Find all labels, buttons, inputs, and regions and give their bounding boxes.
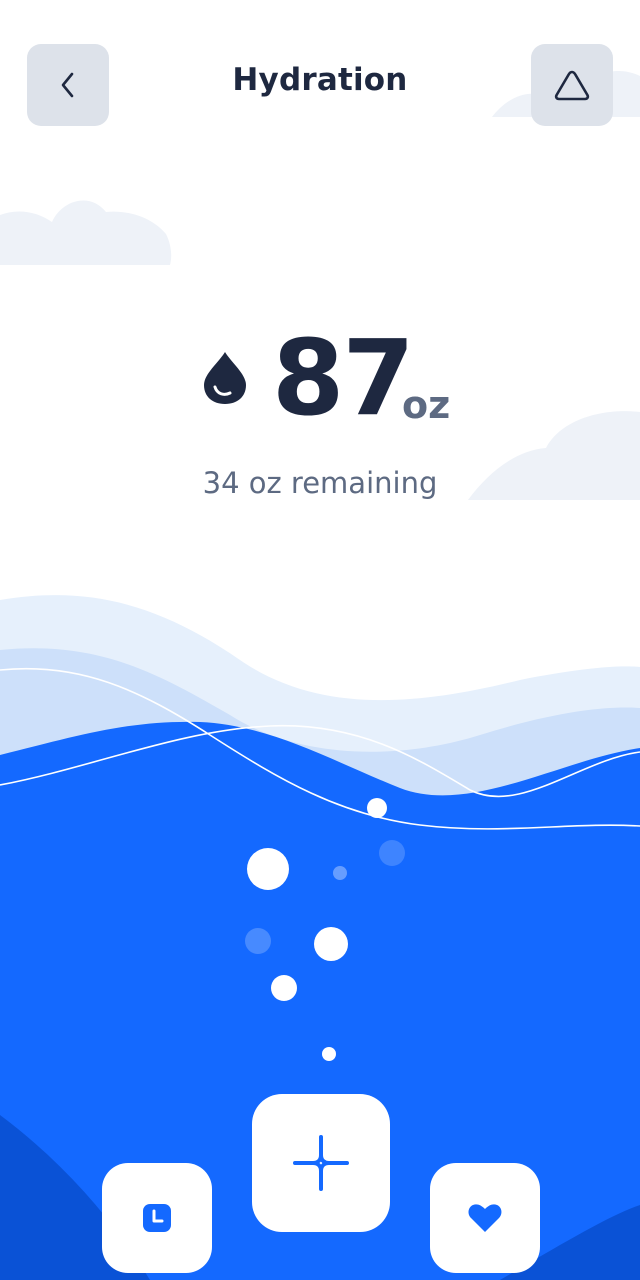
bubble bbox=[245, 928, 271, 954]
water-background bbox=[0, 68, 640, 1280]
water-drop-icon bbox=[204, 352, 246, 404]
clock-icon bbox=[143, 1204, 171, 1232]
intake-reading: 87 oz bbox=[0, 321, 640, 435]
plus-icon bbox=[293, 1135, 349, 1191]
bubble bbox=[247, 848, 289, 890]
back-button[interactable] bbox=[27, 44, 109, 126]
chevron-left-icon bbox=[61, 72, 74, 98]
bubble bbox=[314, 927, 348, 961]
heart-icon bbox=[468, 1204, 502, 1232]
cloud-shape bbox=[0, 200, 172, 265]
alert-button[interactable] bbox=[531, 44, 613, 126]
bubble bbox=[322, 1047, 336, 1061]
add-water-button[interactable] bbox=[252, 1094, 390, 1232]
page-title: Hydration bbox=[232, 62, 408, 98]
history-button[interactable] bbox=[102, 1163, 212, 1273]
favorite-button[interactable] bbox=[430, 1163, 540, 1273]
bubble bbox=[379, 840, 405, 866]
hydration-screen: Hydration 87 oz 34 oz remaining bbox=[0, 0, 640, 1280]
bubble bbox=[333, 866, 347, 880]
bubble bbox=[271, 975, 297, 1001]
remaining-text: 34 oz remaining bbox=[202, 466, 438, 500]
intake-amount: 87 bbox=[272, 317, 415, 439]
intake-unit: oz bbox=[402, 383, 451, 427]
triangle-icon bbox=[554, 70, 590, 101]
bubble bbox=[367, 798, 387, 818]
